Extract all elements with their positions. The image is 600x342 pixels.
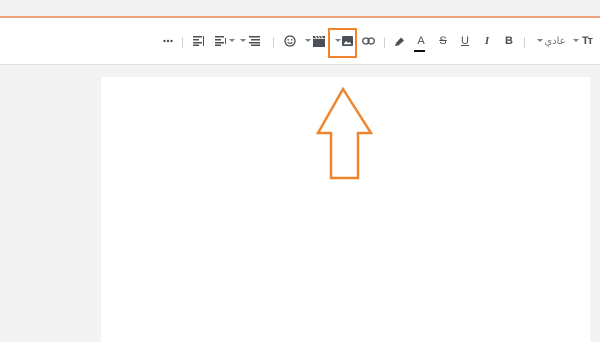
align-right-button[interactable] bbox=[192, 32, 204, 50]
more-options-button[interactable] bbox=[162, 32, 174, 50]
list-button[interactable] bbox=[248, 32, 260, 50]
highlight-color-button[interactable] bbox=[393, 32, 406, 50]
emoji-icon bbox=[283, 35, 296, 47]
emoji-button[interactable] bbox=[283, 32, 296, 50]
toolbar-separator bbox=[182, 37, 183, 48]
text-size-button[interactable]: Tт bbox=[579, 32, 595, 50]
annotation-arrow-up-icon bbox=[315, 86, 374, 180]
list-icon bbox=[248, 36, 260, 46]
italic-button[interactable]: I bbox=[481, 32, 493, 50]
italic-label: I bbox=[484, 35, 490, 47]
chevron-down-icon[interactable] bbox=[240, 39, 246, 42]
toolbar-separator bbox=[524, 37, 525, 48]
marker-icon bbox=[394, 37, 404, 46]
toolbar-separator bbox=[384, 37, 385, 48]
video-clapper-icon bbox=[312, 35, 325, 47]
insert-link-button[interactable] bbox=[362, 32, 375, 50]
link-icon bbox=[362, 37, 375, 45]
paragraph-style-select[interactable]: عادي bbox=[544, 32, 566, 50]
chevron-down-icon[interactable] bbox=[229, 39, 235, 42]
strikethrough-label: S bbox=[439, 35, 447, 47]
more-icon bbox=[163, 39, 173, 43]
paragraph-style-value: عادي bbox=[544, 35, 566, 47]
chevron-down-icon[interactable] bbox=[537, 39, 543, 42]
bold-button[interactable]: B bbox=[503, 32, 515, 50]
font-color-label: A bbox=[417, 35, 425, 47]
editor-toolbar: A S U I B عادي Tт bbox=[0, 18, 600, 65]
bold-label: B bbox=[505, 35, 513, 47]
text-size-label: Tт bbox=[581, 35, 593, 47]
chevron-down-icon[interactable] bbox=[305, 39, 311, 42]
underline-button[interactable]: U bbox=[459, 32, 471, 50]
alignment-dropdown-button[interactable] bbox=[214, 32, 226, 50]
toolbar-separator bbox=[273, 37, 274, 48]
insert-video-button[interactable] bbox=[312, 32, 325, 50]
annotation-highlight-box bbox=[328, 28, 357, 58]
font-color-swatch bbox=[414, 50, 425, 52]
underline-label: U bbox=[461, 35, 469, 47]
font-color-button[interactable]: A bbox=[414, 32, 427, 52]
align-right-icon bbox=[192, 36, 204, 46]
align-justify-icon bbox=[214, 36, 226, 46]
strikethrough-button[interactable]: S bbox=[437, 32, 449, 50]
